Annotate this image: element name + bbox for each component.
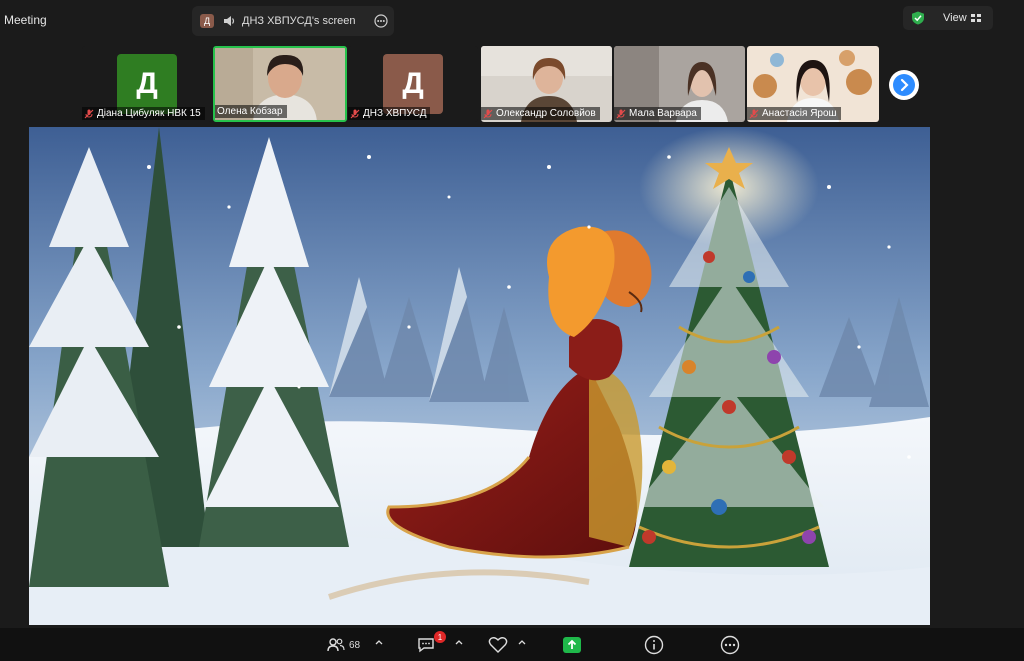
participant-name-label: Мала Варвара xyxy=(614,107,701,120)
share-screen-button[interactable] xyxy=(562,633,582,657)
participant-avatar: Д xyxy=(383,54,443,114)
participant-name-label: ДНЗ ХВПУСД xyxy=(348,107,431,120)
participant-tile[interactable]: Мала Варвара xyxy=(614,46,745,122)
next-participants-button[interactable] xyxy=(889,70,919,100)
chat-button[interactable] xyxy=(417,633,435,657)
window-title: Meeting xyxy=(4,13,47,27)
participants-count: 68 xyxy=(349,639,361,651)
top-bar: Meeting Д ДНЗ ХВПУСД's screen View xyxy=(0,0,1024,40)
gallery-grid-icon xyxy=(971,14,981,22)
more-icon xyxy=(720,635,740,655)
participant-tile[interactable]: Олександр Соловйов xyxy=(481,46,612,122)
meeting-controls-bar: 68 1 xyxy=(0,628,1024,661)
chevron-up-icon[interactable] xyxy=(375,639,383,645)
participant-name-label: Анастасія Ярош xyxy=(747,107,841,120)
participant-tile-active-speaker[interactable]: Олена Кобзар xyxy=(213,46,347,122)
participants-button[interactable]: 68 xyxy=(327,633,360,657)
participant-tile[interactable]: Д Діана Цибуляк НВК 15 xyxy=(82,46,212,122)
participant-tile[interactable]: Анастасія Ярош xyxy=(747,46,879,122)
speaker-icon xyxy=(224,16,235,26)
participant-avatar: Д xyxy=(117,54,177,114)
info-button[interactable] xyxy=(644,633,664,657)
microphone-muted-icon xyxy=(350,109,360,118)
shield-icon[interactable] xyxy=(911,11,925,25)
participant-name: Мала Варвара xyxy=(629,108,697,119)
participant-name: ДНЗ ХВПУСД xyxy=(363,108,427,119)
microphone-muted-icon xyxy=(483,109,493,118)
microphone-muted-icon xyxy=(84,109,94,118)
share-screen-icon xyxy=(563,637,581,653)
screen-share-indicator[interactable]: Д ДНЗ ХВПУСД's screen xyxy=(192,6,394,36)
reactions-button[interactable] xyxy=(488,633,508,657)
participant-name: Олександр Соловйов xyxy=(496,108,596,119)
view-label: View xyxy=(943,12,967,24)
chevron-up-icon[interactable] xyxy=(518,639,526,645)
participant-name-label: Олена Кобзар xyxy=(215,105,287,118)
participant-name-label: Діана Цибуляк НВК 15 xyxy=(82,107,205,120)
participants-icon xyxy=(327,638,345,652)
sharer-avatar: Д xyxy=(200,14,214,28)
screen-share-label: ДНЗ ХВПУСД's screen xyxy=(242,15,356,27)
participant-tile[interactable]: Д ДНЗ ХВПУСД xyxy=(348,46,478,122)
microphone-muted-icon xyxy=(749,109,759,118)
chevron-up-icon[interactable] xyxy=(455,639,463,645)
participant-name-label: Олександр Соловйов xyxy=(481,107,600,120)
chat-unread-badge: 1 xyxy=(434,631,446,643)
more-options-icon[interactable] xyxy=(374,14,388,28)
participant-name: Діана Цибуляк НВК 15 xyxy=(97,108,201,119)
more-button[interactable] xyxy=(720,633,740,657)
shared-screen-content xyxy=(29,127,930,625)
heart-icon xyxy=(488,637,508,653)
view-button[interactable]: View xyxy=(903,6,993,30)
chevron-right-icon xyxy=(900,78,909,92)
winter-illustration xyxy=(29,127,930,625)
participant-name: Анастасія Ярош xyxy=(762,108,837,119)
microphone-muted-icon xyxy=(616,109,626,118)
info-icon xyxy=(644,635,664,655)
participant-name: Олена Кобзар xyxy=(217,106,283,117)
chat-icon xyxy=(418,638,434,653)
